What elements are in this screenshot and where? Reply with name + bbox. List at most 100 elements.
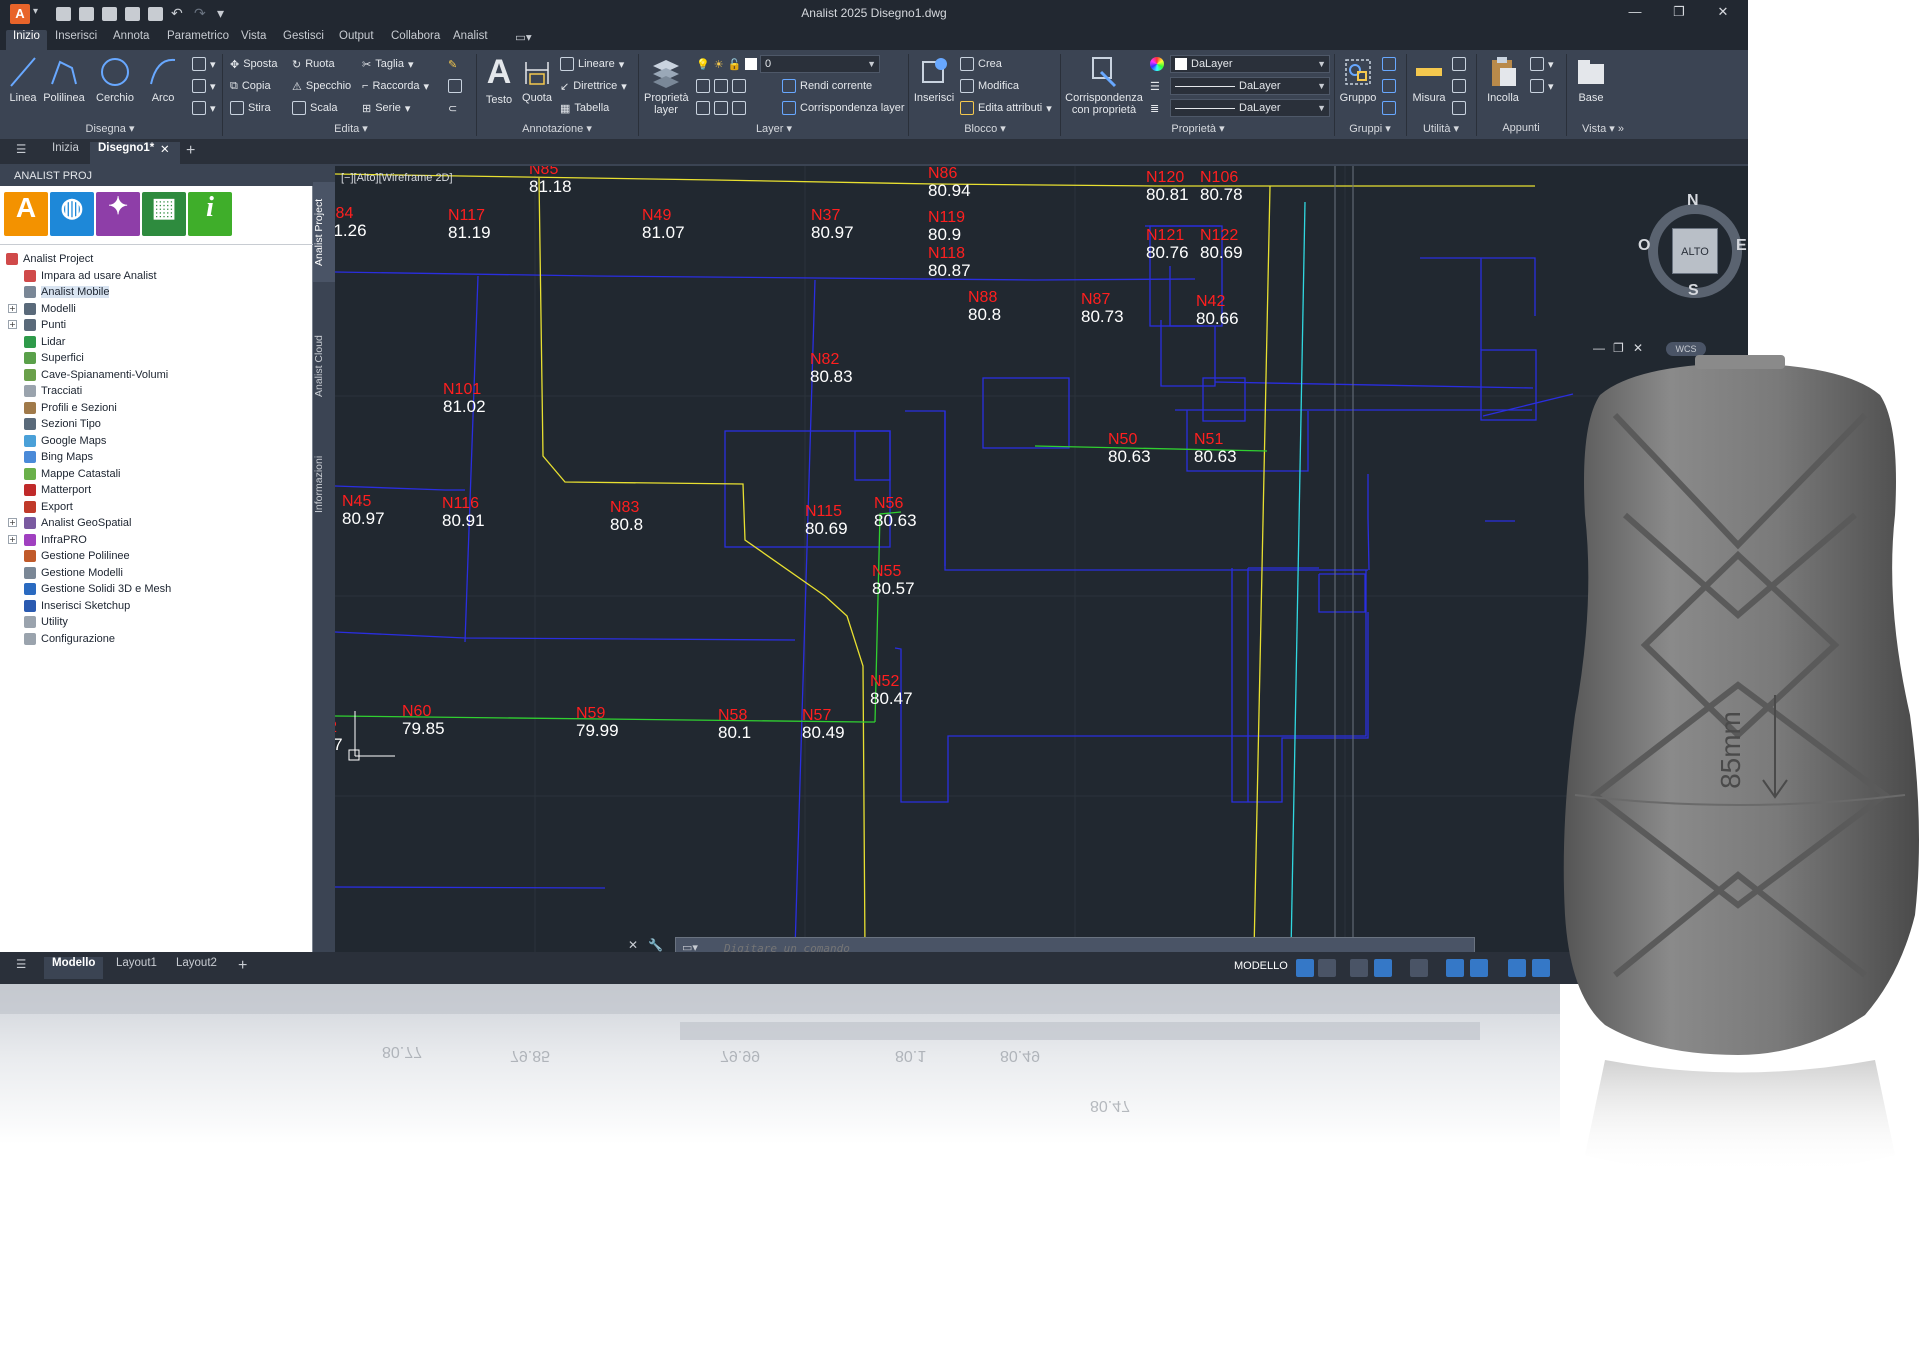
tab-parametrico[interactable]: Parametrico [160, 30, 236, 50]
color-dropdown[interactable]: DaLayer ▼ [1170, 55, 1330, 73]
viewport-close-icon[interactable]: ✕ [1633, 341, 1643, 355]
panel-gruppi-label[interactable]: Gruppi ▾ [1334, 122, 1406, 138]
utility-tool-2[interactable] [1452, 76, 1466, 96]
drawing-canvas[interactable] [335, 166, 1748, 952]
close-tab-icon[interactable]: ✕ [152, 142, 178, 164]
compass-south[interactable]: S [1688, 282, 1699, 300]
polar-toggle-icon[interactable] [1374, 959, 1392, 977]
copia-button[interactable]: ⧉ Copia [230, 76, 271, 96]
edita-attributi-button[interactable]: Edita attributi ▾ [960, 98, 1052, 118]
satellite-button[interactable]: ✦ [96, 192, 140, 236]
map-button[interactable]: ▦ [142, 192, 186, 236]
calculator-tool[interactable] [1452, 98, 1466, 118]
panel-blocco-label[interactable]: Blocco ▾ [910, 122, 1060, 138]
layer-state-icons[interactable]: 💡 ☀ 🔓 [696, 54, 761, 74]
tree-item[interactable]: Configurazione [24, 631, 115, 647]
misura-button[interactable]: Misura [1406, 54, 1452, 104]
layer-tools-row1[interactable] [696, 76, 746, 96]
add-layout-icon[interactable]: + [230, 957, 255, 979]
cerchio-button[interactable]: Cerchio [94, 54, 136, 104]
tabella-button[interactable]: ▦ Tabella [560, 98, 609, 118]
tree-item[interactable]: Analist Project [6, 251, 93, 267]
corrispondenza-layer-button[interactable]: Corrispondenza layer [782, 98, 905, 118]
sposta-button[interactable]: ✥ Sposta [230, 54, 277, 74]
tree-item[interactable]: Matterport [24, 482, 91, 498]
panel-disegna-label[interactable]: Disegna ▾ [0, 122, 220, 138]
grid-toggle-icon[interactable] [1296, 959, 1314, 977]
viewcube[interactable]: ALTO N S E O [1638, 192, 1748, 302]
tree-expander-icon[interactable]: + [8, 320, 17, 329]
tree-item[interactable]: Punti [24, 317, 66, 333]
vtab-analist-project[interactable]: Analist Project [313, 182, 335, 282]
stira-button[interactable]: Stira [230, 98, 271, 118]
command-close-icon[interactable]: ✕ [628, 938, 638, 952]
hamburger-menu-icon[interactable]: ☰ [8, 142, 34, 164]
tab-vista[interactable]: Vista [234, 30, 273, 50]
gruppo-button[interactable]: Gruppo [1336, 54, 1380, 104]
corrispondenza-proprieta-button[interactable]: Corrispondenza con proprietà [1062, 54, 1146, 116]
analist-logo-button[interactable]: A [4, 192, 48, 236]
tab-layout1[interactable]: Layout1 [108, 957, 165, 979]
info-button[interactable]: i [188, 192, 232, 236]
tree-item[interactable]: Gestione Solidi 3D e Mesh [24, 581, 171, 597]
panel-layer-label[interactable]: Layer ▾ [640, 122, 908, 138]
tree-item[interactable]: Cave-Spianamenti-Volumi [24, 367, 168, 383]
group-tool-1[interactable] [1382, 54, 1396, 74]
vtab-analist-cloud[interactable]: Analist Cloud [313, 316, 335, 416]
tab-analist[interactable]: Analist [446, 30, 495, 50]
globe-button[interactable]: ◍ [50, 192, 94, 236]
raccorda-button[interactable]: ⌐ Raccorda ▾ [362, 76, 429, 96]
tab-collabora[interactable]: Collabora [384, 30, 447, 50]
tree-item[interactable]: Gestione Polilinee [24, 548, 130, 564]
tree-item[interactable]: Gestione Modelli [24, 565, 123, 581]
close-window-icon[interactable]: ✕ [1708, 4, 1738, 20]
compass-west[interactable]: O [1638, 237, 1650, 255]
status-menu-icon[interactable]: ☰ [8, 957, 34, 979]
command-settings-icon[interactable]: 🔧 [648, 938, 663, 952]
tab-gestisci[interactable]: Gestisci [276, 30, 331, 50]
tree-item[interactable]: Lidar [24, 334, 65, 350]
boundary-tool[interactable]: ▾ [192, 98, 216, 118]
taglia-button[interactable]: ✂ Taglia ▾ [362, 54, 414, 74]
tree-item[interactable]: Inserisci Sketchup [24, 598, 130, 614]
lineare-button[interactable]: Lineare ▾ [560, 54, 624, 74]
linea-button[interactable]: Linea [6, 54, 40, 104]
viewport-minimize-icon[interactable]: — [1593, 341, 1605, 355]
tree-item[interactable]: Utility [24, 614, 68, 630]
tab-layout2[interactable]: Layout2 [168, 957, 225, 979]
ruota-button[interactable]: ↻ Ruota [292, 54, 335, 74]
direttrice-button[interactable]: ↙ Direttrice ▾ [560, 76, 627, 96]
tree-item[interactable]: Google Maps [24, 433, 106, 449]
ribbon-options-icon[interactable]: ▭▾ [508, 30, 539, 50]
serie-button[interactable]: ⊞ Serie ▾ [362, 98, 410, 118]
panel-annotazione-label[interactable]: Annotazione ▾ [478, 122, 636, 138]
tree-expander-icon[interactable]: + [8, 534, 17, 544]
tree-item[interactable]: InfraPRO [24, 532, 87, 548]
ortho-toggle-icon[interactable] [1350, 959, 1368, 977]
tree-item[interactable]: Tracciati [24, 383, 82, 399]
color-wheel-icon[interactable] [1150, 54, 1164, 74]
tab-output[interactable]: Output [332, 30, 381, 50]
base-button[interactable]: Base [1568, 54, 1614, 104]
model-space-toggle[interactable]: MODELLO [1234, 960, 1288, 972]
workspace-icon[interactable] [1532, 959, 1550, 977]
tree-item[interactable]: Sezioni Tipo [24, 416, 101, 432]
wcs-menu[interactable]: WCS [1666, 342, 1706, 356]
tree-item[interactable]: Export [24, 499, 73, 515]
lineweight-dropdown[interactable]: DaLayer ▼ [1170, 99, 1330, 117]
group-tool-3[interactable] [1382, 98, 1396, 118]
tree-expander-icon[interactable]: + [8, 303, 17, 313]
tree-item[interactable]: Analist Mobile [24, 284, 110, 300]
viewport-restore-icon[interactable]: ❐ [1613, 341, 1624, 355]
scala-button[interactable]: Scala [292, 98, 338, 118]
utility-tool-1[interactable] [1452, 54, 1466, 74]
tab-inizia[interactable]: Inizia [44, 142, 87, 164]
arco-button[interactable]: Arco [146, 54, 180, 104]
viewcube-top-face[interactable]: ALTO [1672, 228, 1718, 274]
tree-item[interactable]: Analist GeoSpatial [24, 515, 132, 531]
tree-item[interactable]: Superfici [24, 350, 84, 366]
crea-blocco-button[interactable]: Crea [960, 54, 1002, 74]
quota-button[interactable]: Quota [520, 54, 554, 104]
new-tab-icon[interactable]: + [178, 142, 203, 164]
layer-tools-row2[interactable] [696, 98, 746, 118]
